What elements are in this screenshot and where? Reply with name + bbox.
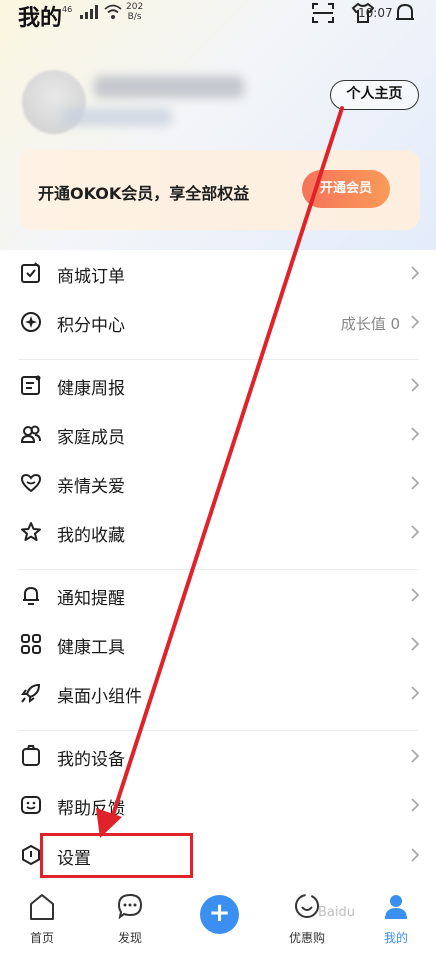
chevron-right-icon: [411, 848, 420, 862]
chevron-right-icon: [411, 266, 420, 280]
smile-icon: [21, 796, 41, 814]
menu-item-mall-orders[interactable]: 商城订单: [0, 250, 436, 296]
menu-label: 健康工具: [57, 638, 125, 658]
bell-icon: [23, 586, 39, 605]
chevron-right-icon: [411, 427, 420, 441]
grid-icon: [21, 634, 41, 654]
divider: [18, 730, 418, 731]
menu-label: 积分中心: [57, 316, 125, 336]
nav-mine[interactable]: 我的: [361, 882, 431, 954]
shop-icon: [295, 894, 319, 918]
chevron-right-icon: [411, 378, 420, 392]
net-speed: 202 B/s: [126, 2, 143, 22]
heart-icon: [20, 473, 42, 493]
menu-label: 桌面小组件: [57, 687, 142, 707]
device-icon: [22, 745, 40, 766]
family-icon: [20, 425, 41, 443]
divider: [18, 569, 418, 570]
chevron-right-icon: [411, 749, 420, 763]
signal-indicator: 46: [62, 5, 73, 14]
vip-promo-text: 开通OKOK会员，享全部权益: [38, 184, 250, 203]
home-icon: [30, 894, 54, 920]
add-button[interactable]: +: [200, 895, 239, 934]
points-icon: [21, 312, 41, 332]
signal-icon: [80, 5, 98, 19]
settings-icon: [22, 844, 40, 866]
report-icon: [21, 375, 41, 395]
nav-discover-label: 发现: [117, 931, 142, 945]
bell-top-icon[interactable]: [393, 2, 417, 24]
chat-bubble-icon: [117, 893, 143, 920]
menu-item-help-feedback[interactable]: 帮助反馈: [0, 782, 436, 828]
blurred-username: [94, 76, 244, 98]
net-speed-unit: B/s: [127, 12, 142, 22]
menu-label: 帮助反馈: [57, 799, 125, 819]
blurred-subtitle: [62, 108, 172, 126]
menu-label: 家庭成员: [57, 428, 125, 448]
chevron-right-icon: [411, 637, 420, 651]
order-icon: [21, 262, 40, 283]
chevron-right-icon: [411, 315, 420, 329]
chevron-right-icon: [411, 798, 420, 812]
net-speed-value: 202: [126, 2, 144, 12]
menu-item-points-center[interactable]: 积分中心 成长值 0: [0, 299, 436, 345]
nav-shop-label: 优惠购: [288, 931, 325, 945]
menu-label: 我的收藏: [57, 526, 125, 546]
bottom-nav: 首页 发现 + 优惠购 我的: [0, 882, 436, 954]
profile-section[interactable]: [22, 68, 262, 138]
nav-home[interactable]: 首页: [7, 882, 77, 954]
watermark: Baidu: [318, 905, 355, 920]
menu-item-health-tools[interactable]: 健康工具: [0, 621, 436, 667]
divider: [18, 359, 418, 360]
page-title: 我的: [18, 6, 63, 31]
chevron-right-icon: [411, 476, 420, 490]
menu-label: 健康周报: [57, 379, 125, 399]
homepage-button[interactable]: 个人主页: [330, 80, 419, 110]
menu-item-family-care[interactable]: 亲情关爱: [0, 460, 436, 506]
menu-label: 我的设备: [57, 750, 125, 770]
menu-item-health-report[interactable]: 健康周报: [0, 362, 436, 408]
user-icon: [385, 895, 407, 919]
star-icon: [21, 522, 41, 541]
status-bar: 我的 46 202 B/s 10:07: [0, 0, 436, 31]
scan-icon[interactable]: [311, 2, 335, 24]
open-vip-button[interactable]: 开通会员: [302, 170, 390, 208]
chevron-right-icon: [411, 686, 420, 700]
vip-card[interactable]: 开通OKOK会员，享全部权益 开通会员: [18, 150, 420, 230]
menu-label: 商城订单: [57, 267, 125, 287]
nav-discover[interactable]: 发现: [95, 882, 165, 954]
chevron-right-icon: [411, 588, 420, 602]
nav-mine-label: 我的: [383, 931, 408, 945]
menu-item-my-devices[interactable]: 我的设备: [0, 733, 436, 779]
menu-item-my-favorites[interactable]: 我的收藏: [0, 509, 436, 555]
wifi-icon: [104, 4, 122, 19]
annotation-highlight-box: [40, 833, 193, 878]
chevron-right-icon: [411, 525, 420, 539]
menu-item-notifications[interactable]: 通知提醒: [0, 572, 436, 618]
nav-home-label: 首页: [29, 931, 54, 945]
menu-item-desktop-widgets[interactable]: 桌面小组件: [0, 670, 436, 716]
menu-label: 通知提醒: [57, 589, 125, 609]
menu-label: 亲情关爱: [57, 477, 125, 497]
growth-value: 成长值 0: [340, 315, 400, 333]
menu-item-family-members[interactable]: 家庭成员: [0, 411, 436, 457]
rocket-icon: [21, 683, 41, 703]
shirt-icon[interactable]: [351, 2, 375, 24]
